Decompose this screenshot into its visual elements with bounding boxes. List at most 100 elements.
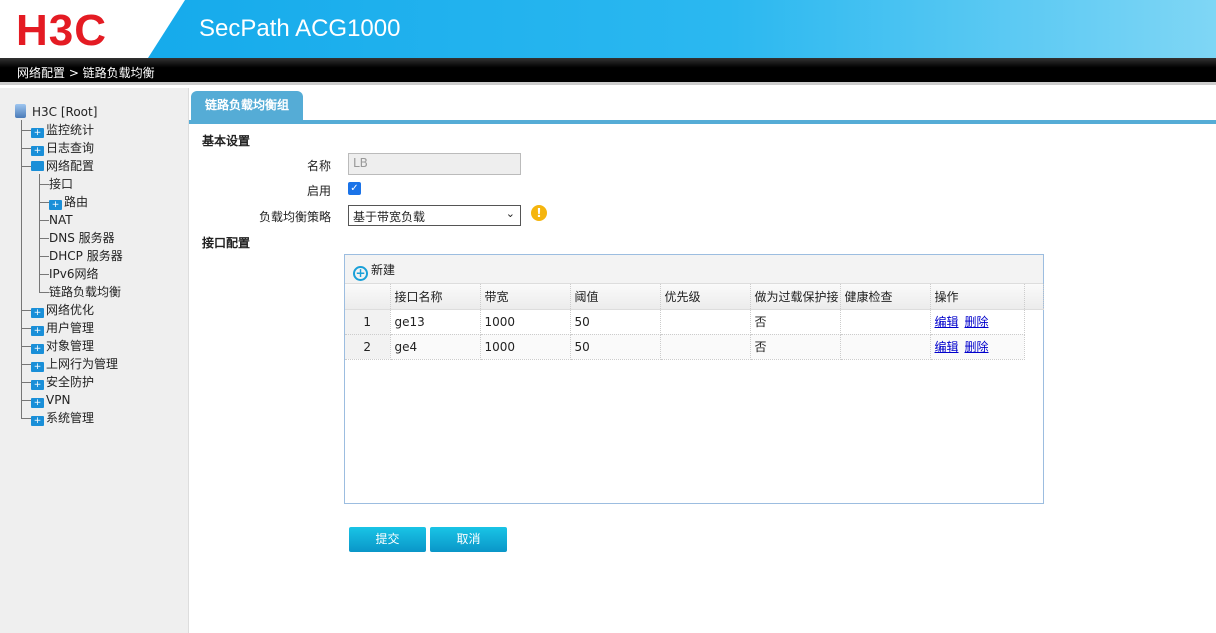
sidebar-item-label: 网络配置 [46,159,95,173]
column-header: 接口名称 [390,284,481,310]
sidebar-item[interactable]: IPv6网络 [49,265,99,283]
folder-plus-icon: + [31,362,44,372]
sidebar-item-label: 对象管理 [46,339,95,353]
column-header: 操作 [930,284,1025,310]
sidebar-item-label: 安全防护 [46,375,95,389]
cell-ovl: 否 [750,334,841,360]
column-header [1024,284,1044,310]
edit-link[interactable]: 编辑 [935,340,959,354]
breadcrumb: 网络配置 > 链路负载均衡 [0,58,1216,85]
sidebar-item-label: 系统管理 [46,411,95,425]
sidebar-item[interactable]: + 用户管理 [31,319,94,337]
sidebar-item-label: 链路负载均衡 [49,285,122,299]
tree-root-label: H3C [Root] [32,105,98,119]
cell-bw: 1000 [480,309,571,335]
cell-actions: 编辑 删除 [930,309,1025,335]
cell-pri [660,334,751,360]
cell-th: 50 [570,309,661,335]
column-header: 阈值 [570,284,661,310]
folder-plus-icon: + [31,398,44,408]
sidebar-item-label: VPN [46,393,71,407]
folder-plus-icon: + [49,200,62,210]
cell-ovl: 否 [750,309,841,335]
folder-plus-icon: + [31,416,44,426]
sidebar-item[interactable]: + 路由 [49,193,88,211]
cell-actions: 编辑 删除 [930,334,1025,360]
cell-bw: 1000 [480,334,571,360]
cancel-button[interactable]: 取消 [430,527,507,552]
cell-no: 1 [345,309,391,335]
folder-plus-icon: + [31,308,44,318]
folder-plus-icon: + [31,128,44,138]
sidebar-item[interactable]: + 网络优化 [31,301,94,319]
folder-plus-icon: + [31,380,44,390]
name-label: 名称 [306,159,331,173]
product-title: SecPath ACG1000 [199,15,401,42]
cell-name: ge13 [390,309,481,335]
sidebar-item-label: 上网行为管理 [46,357,119,371]
sidebar-item-label: IPv6网络 [49,267,99,281]
sidebar-item-label: 日志查询 [46,141,95,155]
computer-icon [15,104,26,118]
cell-name: ge4 [390,334,481,360]
column-header [345,284,391,310]
interface-grid: + 新建 接口名称 带宽 阈值 优先级 做为过载保护接 健康检查 操作 1 ge13 1000 50… [344,254,1044,504]
sidebar-item[interactable]: NAT [49,211,73,229]
column-header: 带宽 [480,284,571,310]
sidebar-item[interactable]: + 系统管理 [31,409,94,427]
tab-link-lb-group[interactable]: 链路负载均衡组 [191,91,303,121]
logo: H3C [16,6,108,55]
sidebar-item[interactable]: 链路负载均衡 [49,283,121,301]
sidebar-item-label: 用户管理 [46,321,95,335]
delete-link[interactable]: 删除 [965,340,989,354]
policy-value: 基于带宽负载 [353,210,426,224]
column-header: 做为过载保护接 [750,284,841,310]
sidebar-item-label: DHCP 服务器 [49,249,123,263]
chevron-down-icon: ⌄ [505,207,515,220]
enable-checkbox[interactable]: ✓ [348,182,361,195]
table-row: 1 ge13 1000 50 否 编辑 删除 [345,309,1043,335]
delete-link[interactable]: 删除 [965,315,989,329]
cell-pri [660,309,751,335]
cell-hc [840,309,931,335]
sidebar-tree: H3C [Root] + 监控统计 + 日志查询 网络配置 接口 + 路由 NAT DNS 服务器… [0,88,189,633]
cell-hc [840,334,931,360]
sidebar-item-label: 接口 [49,177,74,191]
folder-plus-icon: + [31,326,44,336]
grid-toolbar: + 新建 [345,255,1043,284]
cell-no: 2 [345,334,391,360]
column-header: 优先级 [660,284,751,310]
sidebar-item-label: NAT [49,213,73,227]
policy-select[interactable]: 基于带宽负载 ⌄ [348,205,521,226]
table-row: 2 ge4 1000 50 否 编辑 删除 [345,334,1043,360]
sidebar-item-label: 网络优化 [46,303,95,317]
sidebar-item[interactable]: + 安全防护 [31,373,94,391]
sidebar-item-label: 监控统计 [46,123,95,137]
folder-open-icon [31,161,44,171]
submit-button[interactable]: 提交 [349,527,426,552]
sidebar-item[interactable]: + 上网行为管理 [31,355,118,373]
section-basic: 基本设置 [202,134,251,148]
folder-plus-icon: + [31,146,44,156]
sidebar-item-label: 路由 [64,195,89,209]
enable-label: 启用 [306,184,331,198]
cell-th: 50 [570,334,661,360]
new-button[interactable]: + 新建 [353,263,395,281]
edit-link[interactable]: 编辑 [935,315,959,329]
sidebar-item[interactable]: + VPN [31,391,70,409]
sidebar-item[interactable]: + 对象管理 [31,337,94,355]
tab-underline [189,120,1216,124]
sidebar-item[interactable]: DHCP 服务器 [49,247,123,265]
column-header: 健康检查 [840,284,931,310]
sidebar-item[interactable]: 接口 [49,175,73,193]
logo-area: H3C [0,0,185,58]
sidebar-item[interactable]: + 监控统计 [31,121,94,139]
warning-icon[interactable]: ! [531,205,547,221]
name-input[interactable]: LB [348,153,521,175]
sidebar-item[interactable]: DNS 服务器 [49,229,115,247]
folder-plus-icon: + [31,344,44,354]
sidebar-item[interactable]: 网络配置 [31,157,94,175]
tree-root[interactable]: H3C [Root] [15,103,97,121]
header: H3C SecPath ACG1000 [0,0,1216,58]
sidebar-item[interactable]: + 日志查询 [31,139,94,157]
